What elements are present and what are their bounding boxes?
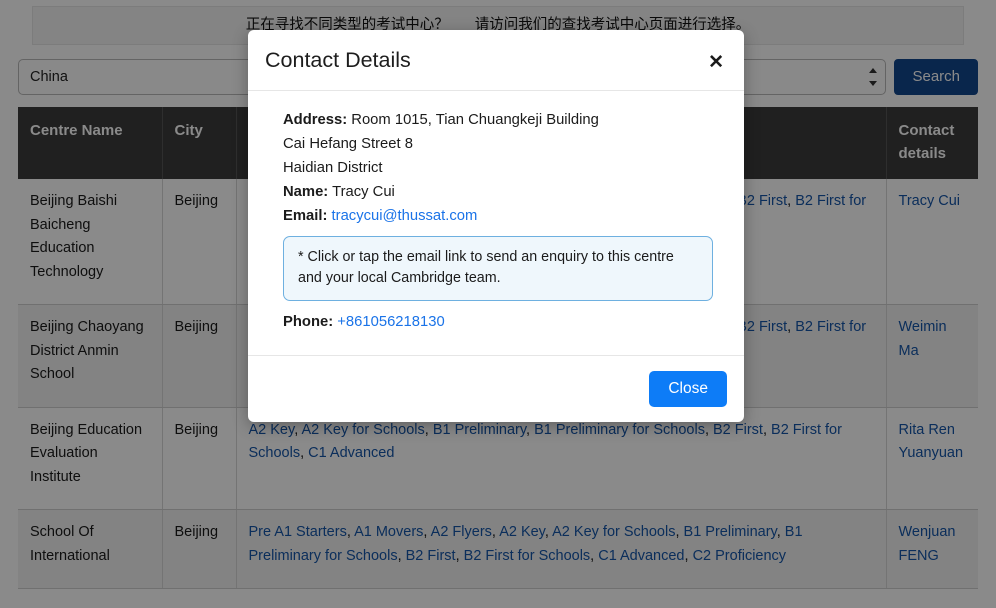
email-label: Email: bbox=[283, 207, 328, 224]
phone-label: Phone: bbox=[283, 313, 334, 330]
contact-details-modal: Contact Details ✕ Address: Room 1015, Ti… bbox=[248, 30, 744, 422]
name-label: Name: bbox=[283, 183, 329, 200]
modal-header: Contact Details ✕ bbox=[248, 30, 744, 91]
email-line: Email: tracycui@thussat.com bbox=[283, 205, 727, 229]
address-label: Address: bbox=[283, 111, 348, 128]
email-note: * Click or tap the email link to send an… bbox=[283, 236, 713, 301]
email-link[interactable]: tracycui@thussat.com bbox=[332, 208, 478, 224]
close-button[interactable]: Close bbox=[649, 370, 727, 407]
address-line: Address: Room 1015, Tian Chuangkeji Buil… bbox=[283, 109, 727, 133]
address-value-2: Cai Hefang Street 8 bbox=[283, 135, 413, 152]
name-value: Tracy Cui bbox=[332, 183, 395, 200]
modal-footer: Close bbox=[248, 354, 744, 422]
modal-title: Contact Details bbox=[265, 48, 411, 72]
address-value-3: Haidian District bbox=[283, 159, 383, 176]
phone-line: Phone: +861056218130 bbox=[283, 311, 727, 335]
address-value-1: Room 1015, Tian Chuangkeji Building bbox=[351, 111, 599, 128]
phone-link[interactable]: +861056218130 bbox=[337, 314, 444, 330]
name-line: Name: Tracy Cui bbox=[283, 181, 727, 205]
modal-body: Address: Room 1015, Tian Chuangkeji Buil… bbox=[248, 91, 744, 355]
close-icon[interactable]: ✕ bbox=[704, 49, 728, 76]
